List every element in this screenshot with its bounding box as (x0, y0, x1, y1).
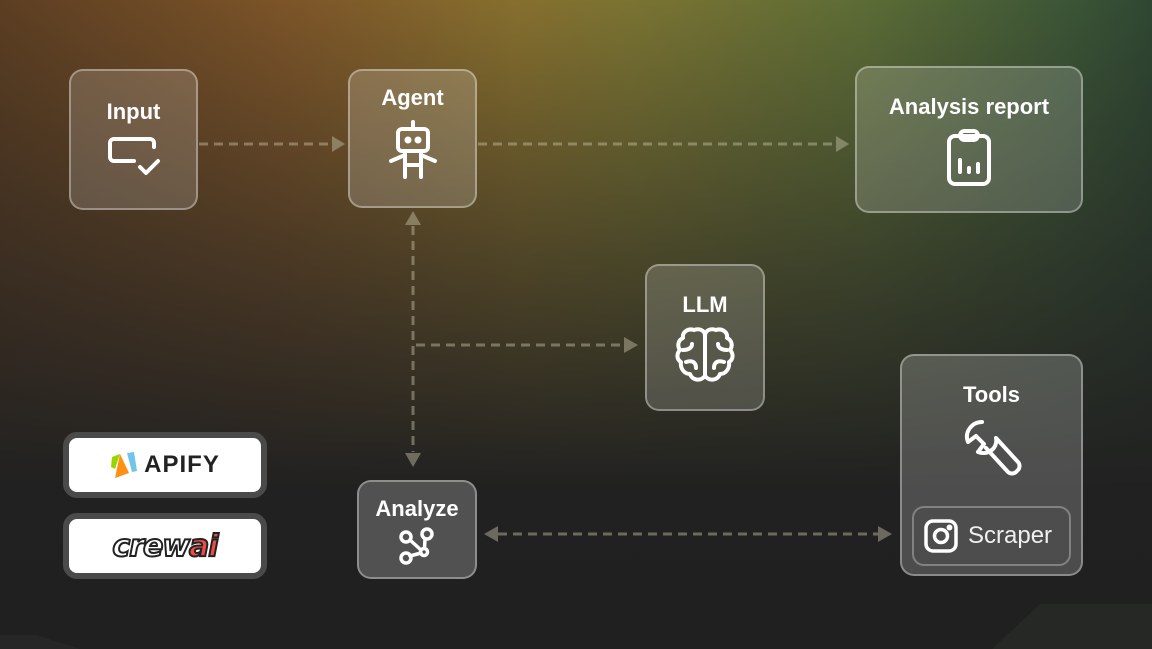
node-title: Tools (962, 382, 1021, 407)
instagram-icon (924, 519, 958, 553)
arrowhead (332, 136, 345, 152)
clipboard-chart-icon (947, 129, 991, 186)
node-tools[interactable]: Tools Scraper (900, 354, 1083, 576)
crewai-text: crewai (111, 528, 219, 565)
node-title: Agent (381, 85, 444, 110)
crewai-text-accent: ai (188, 528, 219, 565)
node-input[interactable]: Input (69, 69, 198, 210)
arrowhead (405, 211, 421, 225)
scraper-label: Scraper (968, 522, 1053, 549)
arrowhead (836, 136, 849, 152)
input-check-icon (107, 137, 160, 175)
share-graph-icon (399, 527, 434, 565)
node-title: Analysis report (888, 94, 1050, 119)
robot-icon (388, 120, 437, 179)
brain-icon (675, 327, 735, 382)
apify-logo: APIFY (63, 432, 267, 498)
scraper-tool[interactable]: Scraper (912, 506, 1071, 566)
arrowhead (405, 453, 421, 467)
node-analysis-report[interactable]: Analysis report (855, 66, 1083, 213)
apify-mark-icon (111, 452, 138, 478)
node-agent[interactable]: Agent (348, 69, 477, 208)
node-title: Input (106, 99, 161, 124)
node-analyze[interactable]: Analyze (357, 480, 477, 579)
node-title: LLM (682, 292, 728, 317)
apify-text: APIFY (144, 451, 220, 478)
node-title: Analyze (375, 496, 459, 521)
arrowhead (878, 526, 892, 542)
node-llm[interactable]: LLM (645, 264, 765, 411)
arrowhead (624, 337, 638, 353)
crewai-text-main: crew (111, 528, 191, 565)
wrench-icon (964, 420, 1021, 476)
arrowhead (484, 526, 498, 542)
crewai-logo: crewai (63, 513, 267, 579)
